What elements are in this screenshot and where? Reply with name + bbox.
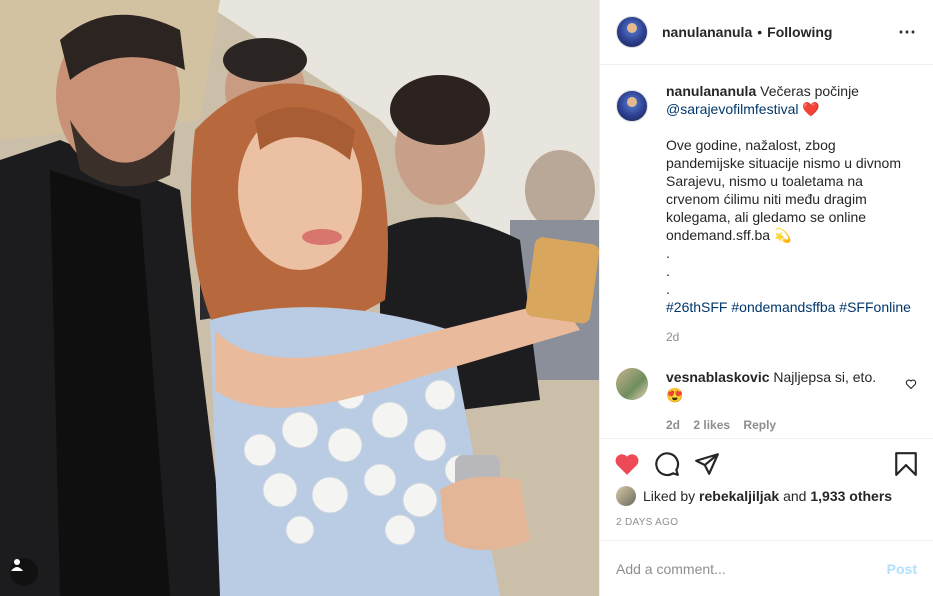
comments-area[interactable]: nanulananula Večeras počinje @sarajevofi… (600, 66, 933, 438)
caption-body: Ove godine, nažalost, zbog pandemijske s… (666, 137, 901, 225)
caption-link: ondemand.sff.ba (666, 227, 771, 243)
post-photo[interactable] (0, 0, 599, 596)
comment-reply[interactable]: Reply (743, 418, 776, 432)
add-comment-bar: Post (600, 540, 933, 596)
comment-time: 2d (666, 418, 681, 432)
share-button[interactable] (694, 451, 720, 477)
caption-username[interactable]: nanulananula (666, 83, 756, 99)
user-tag-button[interactable] (10, 558, 38, 586)
comment-likes[interactable]: 2 likes (693, 418, 730, 432)
caption-dot-3: . (666, 281, 670, 297)
post-date[interactable]: 2 DAYS AGO (616, 517, 678, 528)
comment-body: vesnablaskovic Najljepsa si, eto. 😍 2d 2… (666, 368, 906, 434)
comment-username[interactable]: vesnablaskovic (666, 369, 770, 385)
likes-and: and (783, 488, 807, 504)
post-side-panel: nanulananula • Following ⋯ nanulananula … (599, 0, 933, 596)
author-avatar[interactable] (616, 16, 648, 48)
comment-icon (655, 452, 680, 477)
heart-emoji: ❤️ (802, 101, 820, 117)
caption-hashtags[interactable]: #26thSFF #ondemandsffba #SFFonline (666, 298, 917, 316)
caption-dot-2: . (666, 263, 670, 279)
user-tag-icon (11, 559, 23, 571)
comment-meta: 2d 2 likes Reply (666, 416, 906, 434)
likes-summary: Liked by rebekaljiljak and 1,933 others (616, 486, 917, 506)
caption-line1: Večeras počinje (760, 83, 859, 99)
heart-icon (615, 454, 639, 475)
sparkle-emoji: 💫 (773, 227, 792, 243)
likes-count[interactable]: 1,933 others (810, 488, 892, 504)
caption-avatar[interactable] (616, 90, 648, 122)
comment-text: Najljepsa si, eto. (773, 369, 877, 385)
liker-avatar[interactable] (616, 486, 636, 506)
author-username[interactable]: nanulananula (662, 24, 752, 40)
comment-button[interactable] (654, 451, 680, 477)
comment-item: vesnablaskovic Najljepsa si, eto. 😍 2d 2… (616, 368, 917, 434)
share-icon (695, 453, 719, 475)
more-options-icon[interactable]: ⋯ (898, 22, 917, 43)
comment-like-icon[interactable] (905, 378, 917, 390)
photo-illustration (0, 0, 599, 596)
caption: nanulananula Večeras počinje @sarajevofi… (616, 82, 917, 346)
caption-text: nanulananula Večeras počinje @sarajevofi… (666, 82, 917, 346)
post-button[interactable]: Post (887, 561, 917, 577)
like-button[interactable] (614, 451, 640, 477)
comment-input[interactable] (616, 560, 887, 577)
caption-time: 2d (666, 330, 680, 344)
caption-dot-1: . (666, 245, 670, 261)
mention-link[interactable]: @sarajevofilmfestival (666, 101, 798, 117)
following-button[interactable]: Following (767, 24, 832, 40)
likes-prefix: Liked by (643, 488, 696, 504)
save-button[interactable] (893, 451, 919, 477)
comment-emoji: 😍 (666, 387, 684, 403)
action-bar (600, 438, 933, 489)
bookmark-icon (895, 452, 917, 476)
commenter-avatar[interactable] (616, 368, 648, 400)
liker-username[interactable]: rebekaljiljak (699, 488, 779, 504)
post-header: nanulananula • Following ⋯ (600, 0, 933, 65)
separator-dot: • (757, 24, 763, 40)
